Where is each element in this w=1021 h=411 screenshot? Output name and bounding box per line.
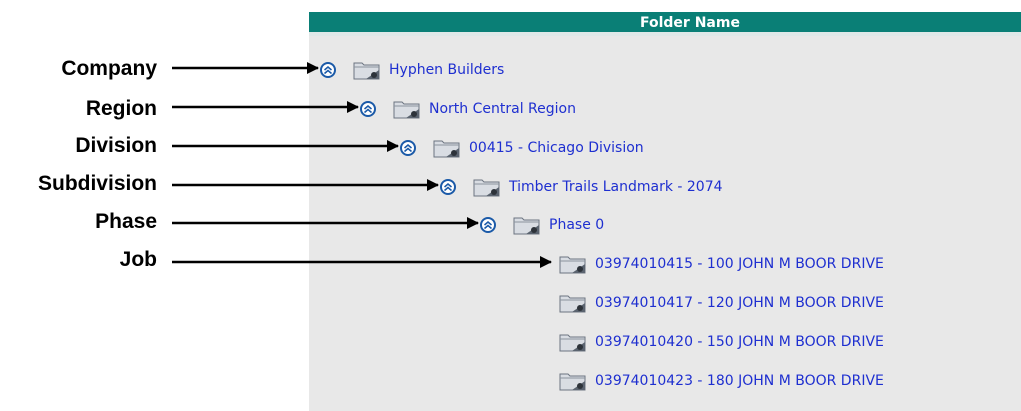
- tree-node-label[interactable]: 03974010417 - 120 JOHN M BOOR DRIVE: [595, 295, 884, 311]
- folder-icon: [512, 213, 542, 237]
- collapse-icon[interactable]: [480, 217, 496, 233]
- tree-node-label[interactable]: 00415 - Chicago Division: [469, 140, 644, 156]
- collapse-icon[interactable]: [440, 179, 456, 195]
- annotation-job: Job: [119, 248, 157, 271]
- tree-node-label[interactable]: 03974010423 - 180 JOHN M BOOR DRIVE: [595, 373, 884, 389]
- folder-name-column-header[interactable]: Folder Name: [309, 12, 1021, 36]
- annotation-phase: Phase: [95, 210, 157, 233]
- folder-tree-panel: Folder Name Hyphen Builders North Central…: [309, 12, 1021, 411]
- column-header-label: Folder Name: [640, 15, 740, 31]
- folder-icon: [558, 330, 588, 354]
- folder-icon: [392, 97, 422, 121]
- folder-icon: [558, 252, 588, 276]
- annotation-division: Division: [75, 134, 157, 157]
- folder-icon: [558, 291, 588, 315]
- folder-icon: [472, 175, 502, 199]
- tree-node[interactable]: Hyphen Builders: [320, 56, 504, 84]
- tree-node-label[interactable]: North Central Region: [429, 101, 576, 117]
- annotation-subdivision: Subdivision: [37, 172, 157, 195]
- annotation-company: Company: [61, 57, 157, 80]
- collapse-icon[interactable]: [360, 101, 376, 117]
- tree-node[interactable]: 00415 - Chicago Division: [400, 134, 644, 162]
- tree-node[interactable]: 03974010423 - 180 JOHN M BOOR DRIVE: [558, 367, 884, 395]
- tree-node[interactable]: North Central Region: [360, 95, 576, 123]
- tree-node-label[interactable]: 03974010415 - 100 JOHN M BOOR DRIVE: [595, 256, 884, 272]
- collapse-icon[interactable]: [400, 140, 416, 156]
- tree-node[interactable]: Phase 0: [480, 211, 604, 239]
- folder-icon: [558, 369, 588, 393]
- tree-node[interactable]: 03974010417 - 120 JOHN M BOOR DRIVE: [558, 289, 884, 317]
- tree-node[interactable]: 03974010415 - 100 JOHN M BOOR DRIVE: [558, 250, 884, 278]
- annotation-region: Region: [85, 97, 157, 120]
- tree-node-label[interactable]: Hyphen Builders: [389, 62, 504, 78]
- tree-node[interactable]: 03974010420 - 150 JOHN M BOOR DRIVE: [558, 328, 884, 356]
- tree-node-label[interactable]: Phase 0: [549, 217, 604, 233]
- tree-node-label[interactable]: 03974010420 - 150 JOHN M BOOR DRIVE: [595, 334, 884, 350]
- folder-icon: [432, 136, 462, 160]
- tree-node[interactable]: Timber Trails Landmark - 2074: [440, 173, 723, 201]
- folder-icon: [352, 58, 382, 82]
- collapse-icon[interactable]: [320, 62, 336, 78]
- tree-node-label[interactable]: Timber Trails Landmark - 2074: [509, 179, 723, 195]
